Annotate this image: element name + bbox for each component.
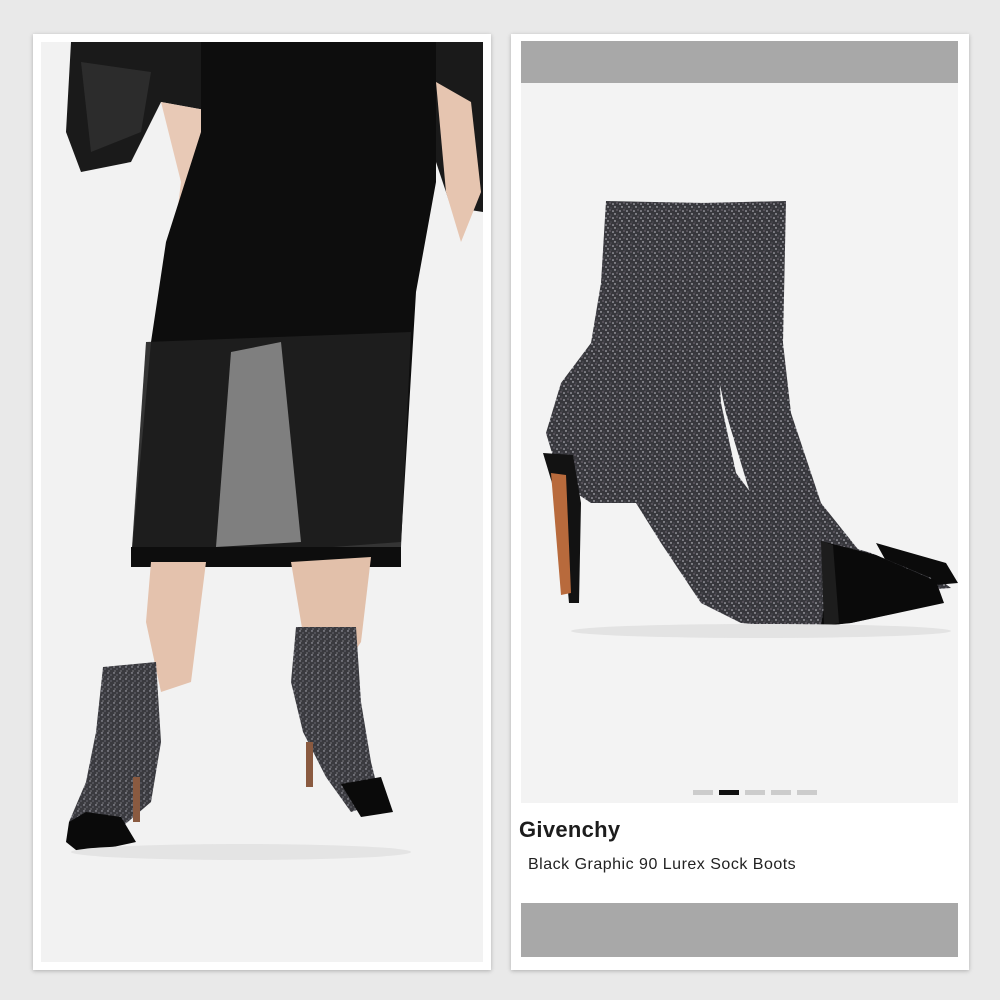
image-pager-dots: [693, 790, 817, 796]
model-wearing-boots-photo: [41, 42, 483, 962]
product-title: Black Graphic 90 Lurex Sock Boots: [528, 856, 797, 873]
pager-dot-1[interactable]: [693, 790, 713, 795]
top-placeholder-bar: [521, 41, 958, 83]
product-page-card: Givenchy Black Graphic 90 Lurex Sock Boo…: [511, 34, 969, 970]
pager-dot-2-active[interactable]: [719, 790, 739, 795]
lifestyle-photo-card: [33, 34, 491, 970]
pager-dot-3[interactable]: [745, 790, 765, 795]
pager-dot-5[interactable]: [797, 790, 817, 795]
product-image[interactable]: [521, 83, 958, 803]
bottom-placeholder-bar: [521, 903, 958, 957]
brand-name[interactable]: Givenchy: [519, 817, 620, 843]
pager-dot-4[interactable]: [771, 790, 791, 795]
